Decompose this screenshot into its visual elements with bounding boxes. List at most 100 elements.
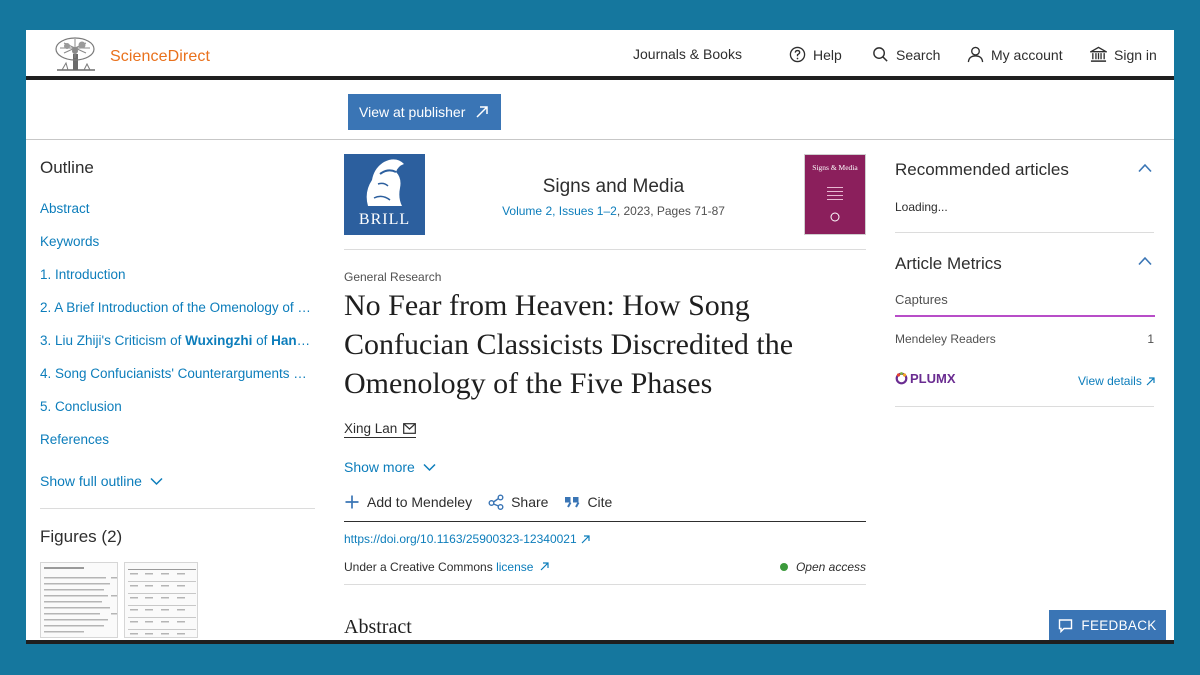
journal-meta: Volume 2, Issues 1–2, 2023, Pages 71-87 bbox=[431, 204, 796, 218]
year-pages: , 2023, Pages 71-87 bbox=[616, 204, 725, 218]
license-link[interactable]: license bbox=[496, 560, 533, 574]
help-icon bbox=[789, 46, 806, 63]
outline-item-liu-zhiji[interactable]: 3. Liu Zhiji's Criticism of Wuxingzhi of… bbox=[40, 332, 312, 365]
external-link-icon bbox=[540, 562, 549, 571]
recommended-loading: Loading... bbox=[895, 200, 948, 214]
add-to-mendeley-label: Add to Mendeley bbox=[367, 494, 473, 510]
external-link-icon bbox=[476, 106, 489, 118]
article-actions: Add to Mendeley Share Cite bbox=[344, 494, 866, 522]
metrics-divider bbox=[895, 406, 1154, 407]
outline-item-brief-introduction[interactable]: 2. A Brief Introduction of the Omenology… bbox=[40, 299, 312, 332]
figures-heading: Figures (2) bbox=[40, 527, 123, 546]
publisher-bar: View at publisher bbox=[26, 84, 1174, 140]
license-prefix: Under a Creative Commons bbox=[344, 560, 497, 574]
share-button[interactable]: Share bbox=[488, 494, 548, 510]
view-at-publisher-label: View at publisher bbox=[359, 104, 466, 120]
figure-thumbnail-1[interactable] bbox=[40, 562, 118, 638]
show-more-button[interactable]: Show more bbox=[344, 459, 436, 475]
article-title: No Fear from Heaven: How Song Confucian … bbox=[344, 289, 794, 400]
article-type-label: General Research bbox=[344, 270, 442, 284]
article-metrics-heading[interactable]: Article Metrics bbox=[895, 254, 1002, 274]
open-access-badge: Open access bbox=[779, 560, 866, 574]
chevron-up-icon[interactable] bbox=[1138, 163, 1152, 173]
mendeley-readers-row: Mendeley Readers 1 bbox=[895, 332, 1154, 346]
journal-cover-image[interactable]: Signs & Media bbox=[804, 154, 866, 235]
my-account-link[interactable]: My account bbox=[967, 46, 1063, 63]
feedback-button[interactable]: FEEDBACK bbox=[1049, 610, 1166, 640]
quote-icon bbox=[565, 497, 580, 508]
plumx-logo[interactable]: PLUMX bbox=[895, 371, 956, 386]
view-details-label: View details bbox=[1078, 374, 1142, 388]
chevron-up-icon[interactable] bbox=[1138, 256, 1152, 266]
outline-item-conclusion[interactable]: 5. Conclusion bbox=[40, 398, 312, 431]
license-divider bbox=[344, 584, 866, 585]
view-at-publisher-button[interactable]: View at publisher bbox=[348, 94, 501, 130]
figure-table-preview-icon bbox=[44, 567, 117, 633]
help-label: Help bbox=[813, 46, 842, 63]
cite-button[interactable]: Cite bbox=[564, 494, 612, 510]
institution-icon bbox=[1090, 46, 1107, 62]
sign-in-link[interactable]: Sign in bbox=[1090, 46, 1157, 63]
volume-issue-link[interactable]: Volume 2, Issues 1–2 bbox=[502, 204, 617, 218]
help-link[interactable]: Help bbox=[789, 46, 842, 63]
external-link-icon bbox=[581, 534, 590, 543]
outline-heading: Outline bbox=[40, 158, 94, 177]
cover-title: Signs & Media bbox=[812, 163, 858, 172]
doi-link[interactable]: https://doi.org/10.1163/25900323-1234002… bbox=[344, 532, 590, 546]
recommended-articles-heading[interactable]: Recommended articles bbox=[895, 160, 1069, 180]
add-to-mendeley-button[interactable]: Add to Mendeley bbox=[344, 494, 472, 510]
outline-item-introduction[interactable]: 1. Introduction bbox=[40, 266, 312, 299]
search-link[interactable]: Search bbox=[872, 46, 940, 63]
outline-item-keywords[interactable]: Keywords bbox=[40, 233, 312, 266]
feedback-label: FEEDBACK bbox=[1081, 617, 1157, 633]
journals-books-label: Journals & Books bbox=[633, 46, 742, 62]
chat-bubble-icon bbox=[1059, 618, 1073, 633]
plumx-label: PLUMX bbox=[910, 371, 956, 386]
external-link-icon bbox=[1146, 376, 1155, 385]
search-icon bbox=[873, 47, 888, 62]
show-full-outline-button[interactable]: Show full outline bbox=[40, 473, 163, 489]
user-icon bbox=[967, 46, 984, 63]
open-access-label: Open access bbox=[795, 560, 866, 574]
window-bottom-edge bbox=[26, 640, 1174, 644]
outline-item-counterarguments[interactable]: 4. Song Confucianists' Counterarguments … bbox=[40, 365, 312, 398]
plumx-flower-icon bbox=[895, 372, 908, 385]
doi-text: https://doi.org/10.1163/25900323-1234002… bbox=[344, 532, 577, 546]
sign-in-label: Sign in bbox=[1114, 46, 1157, 63]
outline-item-abstract[interactable]: Abstract bbox=[40, 200, 312, 233]
brill-logo-text: BRILL bbox=[358, 211, 411, 228]
author-link[interactable]: Xing Lan bbox=[344, 421, 417, 438]
captures-tab[interactable]: Captures bbox=[895, 292, 1155, 317]
browser-page: ScienceDirect Journals & Books Help Sear… bbox=[26, 30, 1174, 642]
chevron-down-icon bbox=[423, 463, 436, 471]
outline-item-wuxingzhi: Wuxingzhi bbox=[185, 333, 253, 348]
show-full-outline-label: Show full outline bbox=[40, 473, 142, 489]
my-account-label: My account bbox=[991, 46, 1063, 63]
journal-title[interactable]: Signs and Media bbox=[431, 176, 796, 198]
top-navigation: ScienceDirect Journals & Books Help Sear… bbox=[26, 30, 1174, 80]
license-row: Under a Creative Commons license Open ac… bbox=[344, 560, 866, 574]
sciencedirect-brand[interactable]: ScienceDirect bbox=[110, 48, 210, 66]
view-details-link[interactable]: View details bbox=[1078, 374, 1155, 388]
author-name: Xing Lan bbox=[344, 421, 398, 436]
journals-books-link[interactable]: Journals & Books bbox=[633, 46, 742, 62]
share-label: Share bbox=[511, 494, 549, 510]
outline-item-references[interactable]: References bbox=[40, 431, 312, 464]
mendeley-readers-count: 1 bbox=[1147, 332, 1154, 346]
outline-divider bbox=[40, 508, 315, 509]
elsevier-tree-logo-icon[interactable] bbox=[54, 36, 98, 74]
figure-grid-preview-icon bbox=[128, 569, 196, 635]
figure-thumbnail-2[interactable] bbox=[124, 562, 198, 638]
outline-item-hanshu: Hanshu bbox=[271, 333, 312, 348]
outline-list: Abstract Keywords 1. Introduction 2. A B… bbox=[40, 200, 312, 464]
share-icon bbox=[488, 494, 504, 510]
athena-helmet-icon bbox=[366, 159, 404, 206]
plus-icon bbox=[345, 495, 359, 509]
abstract-heading: Abstract bbox=[344, 616, 412, 638]
outline-item-liu-zhiji-prefix: 3. Liu Zhiji's Criticism of bbox=[40, 333, 186, 348]
outline-item-liu-zhiji-mid: of bbox=[252, 333, 272, 348]
brill-publisher-logo[interactable]: BRILL bbox=[344, 154, 425, 235]
chevron-down-icon bbox=[150, 477, 163, 485]
show-more-label: Show more bbox=[344, 459, 415, 475]
search-label: Search bbox=[896, 46, 941, 63]
